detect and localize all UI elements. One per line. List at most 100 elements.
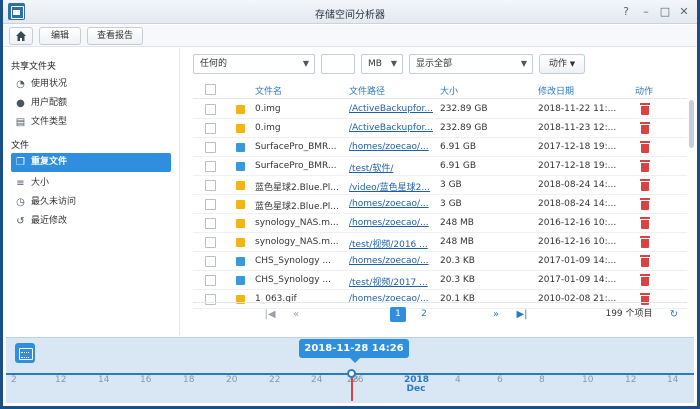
column-header-modified[interactable]: 修改日期 bbox=[538, 84, 574, 97]
file-path-link[interactable]: /test/视频/2017 ... bbox=[349, 275, 437, 288]
first-page-icon[interactable]: |◀ bbox=[263, 307, 277, 322]
table-row[interactable]: 蓝色星球2.Blue.Pl... /homes/zoecao/... 3 GB 201… bbox=[193, 195, 687, 214]
sidebar-item-recently-modified[interactable]: ↺ 最近修改 bbox=[11, 212, 171, 231]
column-header-path[interactable]: 文件路径 bbox=[349, 84, 385, 97]
timeline-month: Dec bbox=[406, 384, 426, 394]
chevron-down-icon: ▼ bbox=[302, 59, 309, 68]
trash-icon[interactable] bbox=[640, 236, 650, 248]
table-scrollbar[interactable] bbox=[689, 100, 694, 148]
home-button[interactable] bbox=[9, 27, 33, 45]
sidebar-item-file-type[interactable]: ▤ 文件类型 bbox=[11, 113, 171, 132]
timeline-tick-label: 2 bbox=[11, 375, 17, 385]
file-type-icon bbox=[236, 105, 245, 114]
clock-icon: ◷ bbox=[16, 197, 25, 208]
trash-icon[interactable] bbox=[640, 103, 650, 115]
toolbar: 编辑 查看报告 bbox=[3, 25, 697, 47]
file-modified-date: 2017-12-18 19:... bbox=[538, 142, 617, 152]
view-report-button[interactable]: 查看报告 bbox=[87, 27, 143, 45]
table-row[interactable]: synology_NAS.m... /homes/zoecao/... 248 MB… bbox=[193, 214, 687, 233]
file-name: SurfacePro_BMR... bbox=[255, 142, 337, 152]
sidebar-item-least-accessed[interactable]: ◷ 最久未访问 bbox=[11, 193, 171, 212]
timeline-marker-handle[interactable] bbox=[347, 369, 356, 378]
row-checkbox[interactable] bbox=[205, 275, 216, 286]
table-row[interactable]: synology_NAS.m... /test/视频/2016 ... 248 MB… bbox=[193, 233, 687, 252]
file-path-link[interactable]: /ActiveBackupfor... bbox=[349, 104, 437, 114]
file-path-link[interactable]: /video/蓝色星球2... bbox=[349, 180, 437, 193]
page-button-1[interactable]: 1 bbox=[390, 307, 406, 322]
row-checkbox[interactable] bbox=[205, 256, 216, 267]
table-row[interactable]: CHS_Synology ... /test/视频/2017 ... 20.3 KB… bbox=[193, 271, 687, 290]
minimize-icon[interactable]: – bbox=[639, 5, 653, 19]
refresh-icon[interactable]: ↻ bbox=[667, 307, 681, 322]
table-row[interactable]: 0.img/ActiveBackupfor... 232.89 GB 2018-11… bbox=[193, 119, 687, 138]
action-button-label: 动作 bbox=[548, 59, 567, 69]
column-header-name[interactable]: 文件名 bbox=[255, 84, 282, 97]
file-name: 蓝色星球2.Blue.Pl... bbox=[255, 202, 339, 212]
trash-icon[interactable] bbox=[640, 255, 650, 267]
size-value-input[interactable] bbox=[321, 54, 355, 74]
table-row[interactable]: SurfacePro_BMR... /homes/zoecao/... 6.91 G… bbox=[193, 138, 687, 157]
date-timeline[interactable]: 2018-11-28 14:26 2 12 14 16 18 20 22 24 26 4 6 8 10 1… bbox=[6, 337, 694, 403]
row-checkbox[interactable] bbox=[205, 123, 216, 134]
timeline-tick-label: 12 bbox=[55, 375, 67, 385]
trash-icon[interactable] bbox=[640, 198, 650, 210]
file-path-link[interactable]: /homes/zoecao/... bbox=[349, 256, 437, 266]
last-page-icon[interactable]: ▶| bbox=[515, 307, 529, 322]
select-all-checkbox[interactable] bbox=[205, 84, 216, 95]
next-page-icon[interactable]: » bbox=[489, 307, 503, 322]
show-filter-select[interactable]: 显示全部 ▼ bbox=[409, 54, 533, 74]
trash-icon[interactable] bbox=[640, 274, 650, 286]
row-checkbox[interactable] bbox=[205, 199, 216, 210]
trash-icon[interactable] bbox=[640, 122, 650, 134]
file-size: 6.91 GB bbox=[440, 142, 477, 152]
row-checkbox[interactable] bbox=[205, 161, 216, 172]
file-name: CHS_Synology ... bbox=[255, 275, 332, 285]
sidebar-item-user-quota[interactable]: ● 用户配额 bbox=[11, 94, 171, 113]
sidebar-item-duplicate-files[interactable]: ❐ 重复文件 bbox=[11, 153, 171, 172]
trash-icon[interactable] bbox=[640, 217, 650, 229]
calendar-icon[interactable] bbox=[15, 343, 35, 363]
edit-button[interactable]: 编辑 bbox=[39, 27, 81, 45]
file-type-icon bbox=[236, 219, 245, 228]
maximize-icon[interactable]: □ bbox=[658, 5, 672, 19]
timeline-tick-label: 20 bbox=[226, 375, 238, 385]
table-row[interactable]: CHS_Synology ... /homes/zoecao/... 20.3 KB… bbox=[193, 252, 687, 271]
file-modified-date: 2017-12-18 19:... bbox=[538, 161, 617, 171]
help-icon[interactable]: ? bbox=[619, 5, 633, 19]
table-row[interactable]: 蓝色星球2.Blue.Pl... /video/蓝色星球2... 3 GB 2018-… bbox=[193, 176, 687, 195]
trash-icon[interactable] bbox=[640, 179, 650, 191]
table-row[interactable]: 0.img/ActiveBackupfor... 232.89 GB 2018-11… bbox=[193, 100, 687, 119]
column-header-size[interactable]: 大小 bbox=[440, 84, 458, 97]
file-name: synology_NAS.m... bbox=[255, 218, 339, 228]
row-checkbox[interactable] bbox=[205, 180, 216, 191]
table-row[interactable]: SurfacePro_BMR... /test/软件/6.91 GB 2017-12… bbox=[193, 157, 687, 176]
file-type-icon bbox=[236, 124, 245, 133]
sidebar-item-usage[interactable]: ◔ 使用状况 bbox=[11, 75, 171, 94]
match-select[interactable]: 任何的 ▼ bbox=[193, 54, 315, 74]
file-name: 蓝色星球2.Blue.Pl... bbox=[255, 183, 339, 193]
file-size: 248 MB bbox=[440, 237, 474, 247]
page-button-2[interactable]: 2 bbox=[416, 307, 432, 322]
title-bar: 存储空间分析器 ? – □ ✕ bbox=[3, 0, 697, 24]
previous-page-icon[interactable]: « bbox=[289, 307, 303, 322]
row-checkbox[interactable] bbox=[205, 237, 216, 248]
file-path-link[interactable]: /homes/zoecao/... bbox=[349, 218, 437, 228]
file-path-link[interactable]: /test/软件/ bbox=[349, 161, 437, 174]
trash-icon[interactable] bbox=[640, 160, 650, 172]
home-icon bbox=[16, 31, 26, 41]
trash-icon[interactable] bbox=[640, 141, 650, 153]
file-path-link[interactable]: /test/视频/2016 ... bbox=[349, 237, 437, 250]
action-button[interactable]: 动作 ▼ bbox=[539, 54, 585, 74]
file-path-link[interactable]: /homes/zoecao/... bbox=[349, 199, 437, 209]
row-checkbox[interactable] bbox=[205, 104, 216, 115]
file-path-link[interactable]: /homes/zoecao/... bbox=[349, 142, 437, 152]
timeline-tick-label: 22 bbox=[269, 375, 281, 385]
file-path-link[interactable]: /ActiveBackupfor... bbox=[349, 123, 437, 133]
row-checkbox[interactable] bbox=[205, 142, 216, 153]
timeline-year-label: 2018 Dec bbox=[404, 376, 429, 394]
size-unit-select[interactable]: MB ▼ bbox=[361, 54, 403, 74]
row-checkbox[interactable] bbox=[205, 218, 216, 229]
close-icon[interactable]: ✕ bbox=[677, 5, 691, 19]
sidebar-section-shared-folders: 共享文件夹 bbox=[11, 62, 57, 72]
sidebar-item-size[interactable]: ≡ 大小 bbox=[11, 174, 171, 193]
